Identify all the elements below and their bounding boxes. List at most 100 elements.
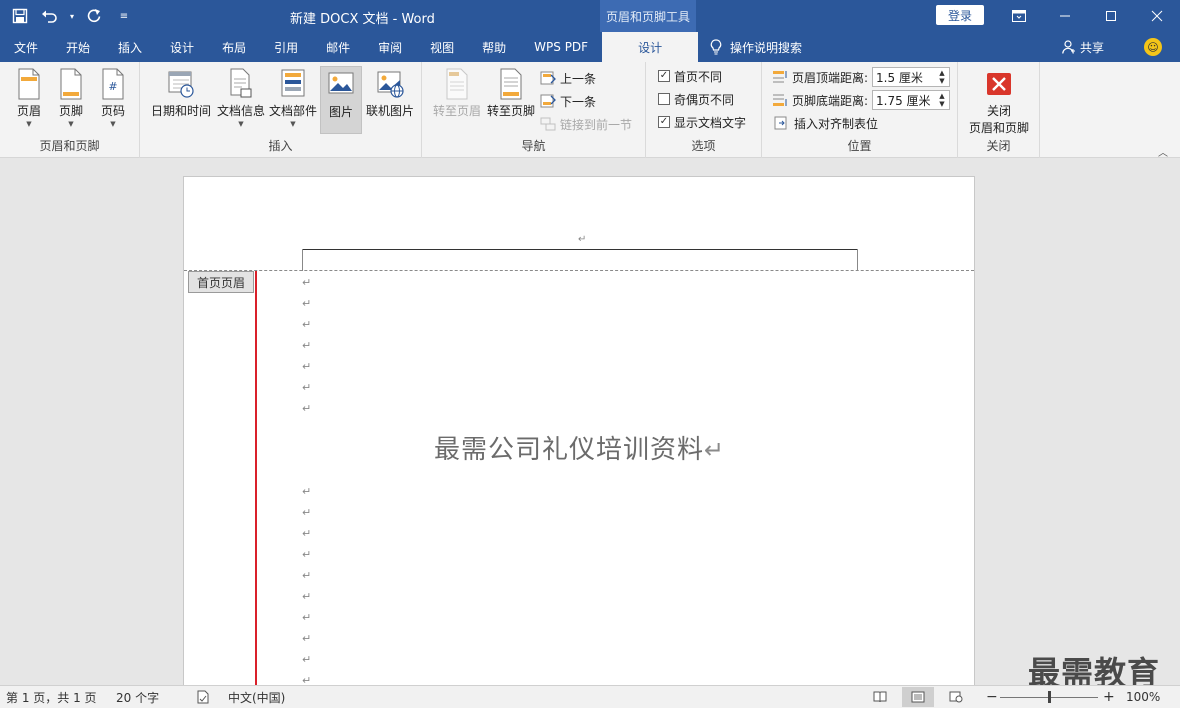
header-top-distance-spinner[interactable]: ▲▼ — [872, 67, 950, 87]
header-button[interactable]: 页眉 ▼ — [12, 66, 46, 128]
goto-header-button[interactable]: 转至页眉 — [430, 66, 484, 119]
maximize-icon[interactable] — [1088, 0, 1134, 32]
close-window-icon[interactable] — [1134, 0, 1180, 32]
undo-dropdown-icon[interactable]: ▾ — [68, 4, 76, 28]
next-button[interactable]: 下一条 — [540, 91, 596, 111]
show-doc-text-check-icon: ✓ — [658, 116, 670, 128]
group-label-navigation: 导航 — [521, 139, 546, 153]
share-button[interactable]: 共享 — [1062, 32, 1104, 62]
doc-info-button[interactable]: 文档信息 ▼ — [216, 66, 266, 128]
feedback-smiley-icon[interactable]: ☺ — [1144, 38, 1162, 56]
tab-view[interactable]: 视图 — [416, 32, 468, 62]
group-header-footer: 页眉 ▼ 页脚 ▼ # 页码 ▼ 页眉和页脚 — [0, 62, 140, 158]
close-header-footer-button[interactable]: 关闭 页眉和页脚 — [962, 66, 1036, 136]
tab-mailings[interactable]: 邮件 — [312, 32, 364, 62]
link-previous-button[interactable]: 链接到前一节 — [540, 114, 632, 134]
document-title[interactable]: 最需公司礼仪培训资料↵ — [434, 429, 725, 466]
quick-parts-button[interactable]: 文档部件 ▼ — [268, 66, 318, 128]
document-area[interactable]: ↵ 首页页眉 ↵ ↵ ↵ ↵ ↵ ↵ ↵ 最需公司礼仪培训资料↵ ↵ ↵ ↵ ↵… — [0, 158, 1180, 685]
paragraph-mark: ↵ — [302, 485, 312, 498]
quick-parts-icon — [281, 69, 305, 97]
lightbulb-icon — [710, 39, 722, 55]
show-doc-text-label: 显示文档文字 — [674, 115, 747, 130]
group-close: 关闭 页眉和页脚 关闭 — [958, 62, 1040, 158]
different-odd-even-label: 奇偶页不同 — [674, 92, 735, 107]
show-doc-text-checkbox[interactable]: ✓ 显示文档文字 — [658, 112, 746, 132]
close-line2-label: 页眉和页脚 — [968, 121, 1029, 135]
print-layout-icon[interactable] — [902, 687, 934, 707]
minimize-icon[interactable] — [1042, 0, 1088, 32]
tab-layout[interactable]: 布局 — [208, 32, 260, 62]
quick-parts-dropdown-icon: ▼ — [290, 120, 296, 128]
undo-icon[interactable] — [38, 4, 62, 28]
paragraph-mark: ↵ — [302, 402, 312, 415]
footer-bottom-distance-spinner[interactable]: ▲▼ — [872, 90, 950, 110]
previous-button[interactable]: 上一条 — [540, 68, 596, 88]
paragraph-mark: ↵ — [302, 360, 312, 373]
svg-text:#: # — [108, 80, 117, 93]
different-first-checkbox[interactable]: ✓ 首页不同 — [658, 66, 722, 86]
save-icon[interactable] — [8, 4, 32, 28]
header-top-spin-arrows-icon[interactable]: ▲ ▼ — [935, 68, 949, 86]
different-odd-even-checkbox[interactable]: 奇偶页不同 — [658, 89, 734, 109]
read-mode-icon[interactable] — [864, 687, 896, 707]
tab-review[interactable]: 审阅 — [364, 32, 416, 62]
tab-hf-design[interactable]: 设计 — [602, 32, 699, 62]
footer-bottom-distance-label: 页脚底端距离: — [772, 90, 868, 110]
person-icon — [1062, 40, 1075, 54]
header-top-distance-input[interactable] — [873, 68, 935, 86]
tab-help[interactable]: 帮助 — [468, 32, 520, 62]
page-count-status[interactable]: 第 1 页，共 1 页 — [6, 686, 97, 708]
footer-button[interactable]: 页脚 ▼ — [54, 66, 88, 128]
goto-header-label: 转至页眉 — [432, 104, 481, 118]
paragraph-mark: ↵ — [302, 674, 312, 685]
header-paragraph-mark: ↵ — [578, 234, 587, 245]
document-page[interactable]: ↵ 首页页眉 ↵ ↵ ↵ ↵ ↵ ↵ ↵ 最需公司礼仪培训资料↵ ↵ ↵ ↵ ↵… — [183, 176, 975, 685]
title-paragraph-mark: ↵ — [704, 436, 726, 464]
tab-wps-pdf[interactable]: WPS PDF — [520, 32, 602, 62]
tell-me-search[interactable]: 操作说明搜索 — [710, 32, 802, 62]
previous-icon — [540, 71, 556, 85]
tab-references[interactable]: 引用 — [260, 32, 312, 62]
zoom-in-button[interactable]: + — [1103, 686, 1115, 708]
footer-bottom-distance-input[interactable] — [873, 91, 935, 109]
window-controls — [996, 0, 1180, 32]
doc-info-dropdown-icon: ▼ — [238, 120, 244, 128]
customize-toolbar-icon[interactable]: ≡ — [112, 4, 136, 28]
language-status[interactable]: 中文(中国) — [228, 686, 285, 708]
online-picture-button[interactable]: 联机图片 — [364, 66, 416, 119]
ribbon-tab-row: 文件 开始 插入 设计 布局 引用 邮件 审阅 视图 帮助 WPS PDF 设计… — [0, 32, 1180, 62]
ribbon-display-options-icon[interactable] — [996, 0, 1042, 32]
proofing-icon[interactable] — [196, 686, 210, 708]
group-navigation: 转至页眉 转至页脚 上一条 下一条 链接到前一节 导航 — [422, 62, 646, 158]
collapse-ribbon-icon[interactable]: ︿ — [1158, 144, 1168, 159]
page-number-icon: # — [102, 68, 124, 100]
footer-dropdown-icon: ▼ — [68, 120, 74, 128]
login-button[interactable]: 登录 — [936, 5, 984, 25]
first-page-header-tag: 首页页眉 — [188, 271, 254, 293]
tab-design[interactable]: 设计 — [156, 32, 208, 62]
close-line1-label: 关闭 — [986, 104, 1011, 118]
page-number-button[interactable]: # 页码 ▼ — [96, 66, 130, 128]
date-time-button[interactable]: 日期和时间 — [150, 66, 212, 119]
date-time-label: 日期和时间 — [150, 104, 211, 118]
word-count-status[interactable]: 20 个字 — [116, 686, 159, 708]
header-top-distance-icon — [773, 71, 787, 83]
zoom-out-button[interactable]: − — [986, 686, 998, 708]
web-layout-icon[interactable] — [940, 687, 972, 707]
window-title: 新建 DOCX 文档 - Word — [290, 12, 435, 27]
header-right-tick — [857, 249, 858, 271]
picture-button[interactable]: 图片 — [320, 66, 362, 134]
tab-home[interactable]: 开始 — [52, 32, 104, 62]
footer-bottom-spin-arrows-icon[interactable]: ▲ ▼ — [935, 91, 949, 109]
redo-icon[interactable] — [82, 4, 106, 28]
tab-insert[interactable]: 插入 — [104, 32, 156, 62]
insert-align-tab-button[interactable]: 插入对齐制表位 — [774, 113, 878, 133]
goto-footer-button[interactable]: 转至页脚 — [484, 66, 538, 119]
zoom-slider-thumb[interactable] — [1048, 691, 1051, 703]
zoom-level[interactable]: 100% — [1126, 686, 1160, 708]
paragraph-mark: ↵ — [302, 318, 312, 331]
header-dropdown-icon: ▼ — [26, 120, 32, 128]
tab-file[interactable]: 文件 — [0, 32, 52, 62]
page-number-label: 页码 — [100, 104, 125, 118]
